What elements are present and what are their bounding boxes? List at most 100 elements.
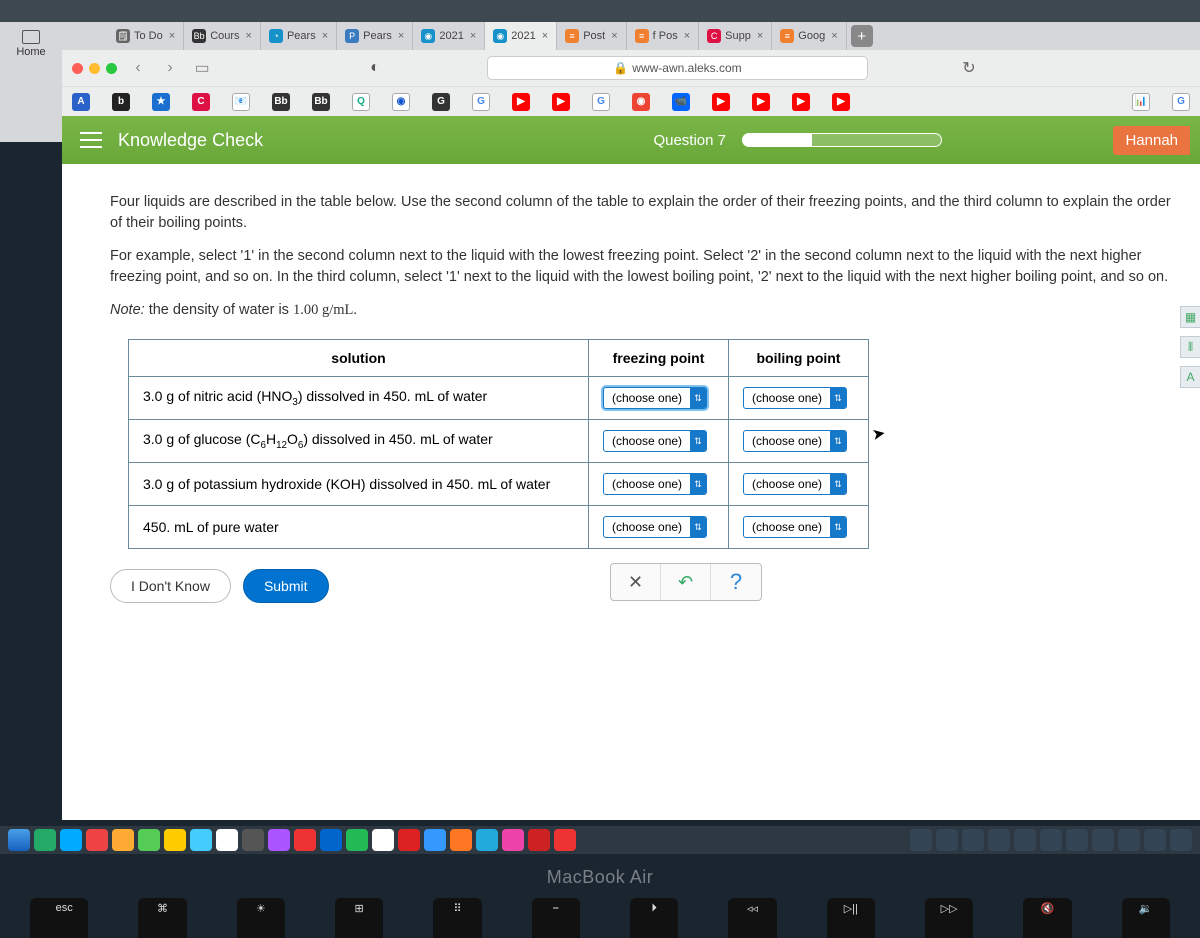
reload-button[interactable]: ↻: [958, 57, 980, 79]
forward-button[interactable]: ›: [159, 57, 181, 79]
bookmark-icon[interactable]: 📹: [672, 93, 690, 111]
close-icon[interactable]: ×: [542, 30, 548, 42]
dock-app-icon[interactable]: [372, 829, 394, 851]
menu-icon[interactable]: [80, 132, 102, 148]
bookmark-icon[interactable]: 📊: [1132, 93, 1150, 111]
bookmark-icon[interactable]: ◉: [392, 93, 410, 111]
bookmark-icon[interactable]: ▶: [792, 93, 810, 111]
close-icon[interactable]: ×: [684, 30, 690, 42]
calculator-icon[interactable]: ▦: [1180, 306, 1200, 328]
bookmark-icon[interactable]: G: [432, 93, 450, 111]
bookmark-icon[interactable]: 📧: [232, 93, 250, 111]
privacy-shield-icon[interactable]: ◐: [363, 56, 387, 80]
minimize-window-icon[interactable]: [89, 63, 100, 74]
bookmark-icon[interactable]: C: [192, 93, 210, 111]
close-icon[interactable]: ×: [398, 30, 404, 42]
dock-trash-icon[interactable]: [1170, 829, 1192, 851]
boiling-select[interactable]: (choose one)⇅: [743, 473, 847, 495]
tab-supp[interactable]: CSupp×: [699, 22, 772, 50]
bookmark-icon[interactable]: A: [72, 93, 90, 111]
i-dont-know-button[interactable]: I Don't Know: [110, 569, 231, 603]
tab-pearson1[interactable]: ◔Pears×: [261, 22, 337, 50]
submit-button[interactable]: Submit: [243, 569, 329, 603]
freezing-select[interactable]: (choose one)⇅: [603, 430, 707, 452]
dock-app-icon[interactable]: [1014, 829, 1036, 851]
tab-post[interactable]: ≡Post×: [557, 22, 626, 50]
dock-app-icon[interactable]: [1092, 829, 1114, 851]
bookmark-icon[interactable]: ▶: [752, 93, 770, 111]
dock-app-icon[interactable]: [1144, 829, 1166, 851]
tab-2021a[interactable]: ◉2021×: [413, 22, 485, 50]
dock-app-icon[interactable]: [34, 829, 56, 851]
bookmark-icon[interactable]: Bb: [312, 93, 330, 111]
dock-app-icon[interactable]: [294, 829, 316, 851]
bookmark-icon[interactable]: ◉: [632, 93, 650, 111]
bookmark-icon[interactable]: ▶: [712, 93, 730, 111]
new-tab-button[interactable]: +: [851, 25, 873, 47]
dock-app-icon[interactable]: [242, 829, 264, 851]
freezing-select[interactable]: (choose one)⇅: [603, 516, 707, 538]
dock-app-icon[interactable]: [988, 829, 1010, 851]
bookmark-icon[interactable]: G: [1172, 93, 1190, 111]
close-icon[interactable]: ×: [246, 30, 252, 42]
back-button[interactable]: ‹: [127, 57, 149, 79]
dock-app-icon[interactable]: [112, 829, 134, 851]
close-icon[interactable]: ×: [470, 30, 476, 42]
boiling-select[interactable]: (choose one)⇅: [743, 430, 847, 452]
tab-course[interactable]: BbCours×: [184, 22, 261, 50]
user-name-badge[interactable]: Hannah: [1113, 126, 1190, 155]
data-icon[interactable]: A: [1180, 366, 1200, 388]
dock-app-icon[interactable]: [346, 829, 368, 851]
bookmark-icon[interactable]: b: [112, 93, 130, 111]
dock-app-icon[interactable]: [60, 829, 82, 851]
freezing-select[interactable]: (choose one)⇅: [603, 473, 707, 495]
bookmark-icon[interactable]: G: [472, 93, 490, 111]
address-bar[interactable]: 🔒 www-awn.aleks.com: [487, 56, 868, 80]
dock-app-icon[interactable]: [398, 829, 420, 851]
dock-app-icon[interactable]: [962, 829, 984, 851]
dock-app-icon[interactable]: [268, 829, 290, 851]
bookmark-icon[interactable]: ▶: [832, 93, 850, 111]
bookmark-icon[interactable]: ★: [152, 93, 170, 111]
dock-app-icon[interactable]: [424, 829, 446, 851]
dock-app-icon[interactable]: [320, 829, 342, 851]
dock-app-icon[interactable]: [554, 829, 576, 851]
dock-app-icon[interactable]: [450, 829, 472, 851]
close-icon[interactable]: ×: [169, 30, 175, 42]
close-icon[interactable]: ×: [831, 30, 837, 42]
sidebar-button[interactable]: ▭: [191, 57, 213, 79]
reset-button[interactable]: ✕: [611, 564, 661, 600]
close-icon[interactable]: ×: [611, 30, 617, 42]
dock-app-icon[interactable]: [1066, 829, 1088, 851]
close-window-icon[interactable]: [72, 63, 83, 74]
freezing-select[interactable]: (choose one)⇅: [603, 387, 707, 409]
tab-fpos[interactable]: ≡f Pos×: [627, 22, 700, 50]
tab-goog[interactable]: ≡Goog×: [772, 22, 846, 50]
maximize-window-icon[interactable]: [106, 63, 117, 74]
dock-app-icon[interactable]: [910, 829, 932, 851]
dock-app-icon[interactable]: [528, 829, 550, 851]
dock-app-icon[interactable]: [86, 829, 108, 851]
dock-app-icon[interactable]: [1040, 829, 1062, 851]
bookmark-icon[interactable]: ▶: [552, 93, 570, 111]
dock-finder-icon[interactable]: [8, 829, 30, 851]
dock-app-icon[interactable]: [190, 829, 212, 851]
help-button[interactable]: ?: [711, 564, 761, 600]
boiling-select[interactable]: (choose one)⇅: [743, 516, 847, 538]
close-icon[interactable]: ×: [757, 30, 763, 42]
periodic-table-icon[interactable]: ⫴: [1180, 336, 1200, 358]
dock-app-icon[interactable]: [216, 829, 238, 851]
bookmark-icon[interactable]: ▶: [512, 93, 530, 111]
tab-2021b-active[interactable]: ◉2021×: [485, 22, 557, 50]
bookmark-icon[interactable]: Q: [352, 93, 370, 111]
tab-pearson2[interactable]: PPears×: [337, 22, 413, 50]
undo-button[interactable]: ↶: [661, 564, 711, 600]
dock-app-icon[interactable]: [138, 829, 160, 851]
dock-app-icon[interactable]: [936, 829, 958, 851]
dock-app-icon[interactable]: [502, 829, 524, 851]
dock-app-icon[interactable]: [164, 829, 186, 851]
boiling-select[interactable]: (choose one)⇅: [743, 387, 847, 409]
dock-app-icon[interactable]: [476, 829, 498, 851]
dock-app-icon[interactable]: [1118, 829, 1140, 851]
close-icon[interactable]: ×: [322, 30, 328, 42]
